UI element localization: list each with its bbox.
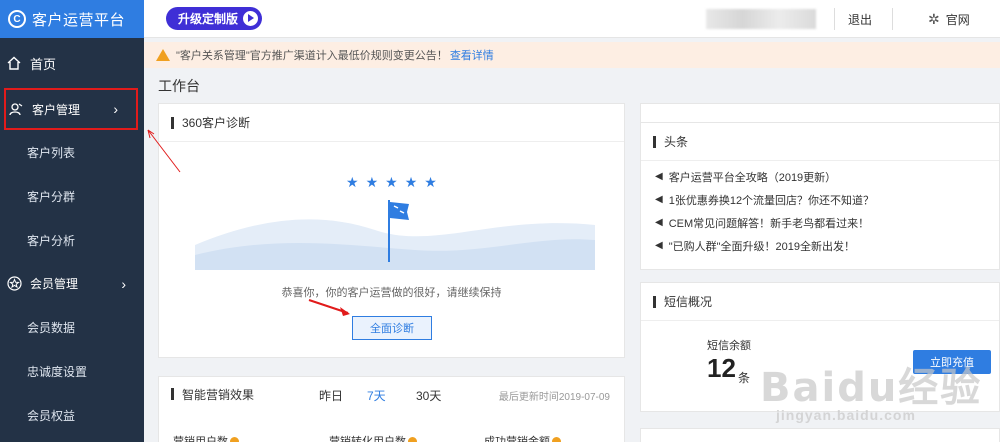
- headline-text: CEM常见问题解答！新手老鸟都看过来！: [668, 217, 870, 230]
- tab-30days[interactable]: 30天: [416, 387, 441, 404]
- card-header: 短信概况: [641, 283, 999, 321]
- page-title: 工作台: [158, 78, 200, 94]
- star-icon: ★: [365, 174, 379, 190]
- list-item[interactable]: ◀ CEM常见问题解答！新手老鸟都看过来！: [655, 211, 999, 234]
- full-diagnosis-button[interactable]: 全面诊断: [352, 316, 432, 340]
- last-updated: 最后更新时间2019-07-09: [498, 392, 610, 403]
- sidebar-item-member-benefits[interactable]: 会员权益: [0, 393, 144, 437]
- help-icon[interactable]: [408, 436, 417, 442]
- sidebar-item-customer-segments[interactable]: 客户分群: [0, 174, 144, 218]
- home-icon: [6, 55, 22, 71]
- metric-marketing-amount: 成功营销金额: [484, 433, 561, 442]
- card-title: 360客户诊断: [182, 116, 251, 130]
- brand-title: 客户运营平台: [32, 11, 126, 29]
- metric-converted-users: 营销转化用户数: [329, 433, 417, 442]
- sms-balance-label: 短信余额: [707, 340, 751, 352]
- header-bar: [171, 116, 174, 129]
- recharge-button[interactable]: 立即充值: [913, 350, 991, 374]
- sms-overview-card: 短信概况 短信余额 12 条 立即充值: [640, 282, 1000, 412]
- marketing-effect-card: 智能营销效果 昨日 7天 30天 最后更新时间2019-07-09 营销用户数 …: [158, 376, 625, 442]
- divider: [834, 8, 835, 30]
- sidebar-item-customer-management[interactable]: 客户管理 ›: [4, 88, 138, 130]
- official-label: 官网: [945, 13, 970, 27]
- notice-banner: "客户关系管理"官方推广渠道计入最低价规则变更公告！ 查看详情: [144, 42, 1000, 68]
- card-title: 头条: [664, 135, 689, 149]
- logout-link[interactable]: 退出: [848, 11, 872, 28]
- star-icon: ★: [424, 174, 437, 190]
- top-bar: 升级定制版 退出 ✲ 官网: [144, 0, 1000, 38]
- brand[interactable]: C 客户运营平台: [0, 0, 144, 38]
- customer-diagnosis-card: 360客户诊断 ★ ★ ★ ★ ★ 恭喜你，你的客户运营做的很好，请继续保持 全…: [158, 103, 625, 358]
- header-bar: [171, 388, 174, 400]
- card-header: 头条: [641, 123, 999, 161]
- diagnosis-message: 恭喜你，你的客户运营做的很好，请继续保持: [281, 287, 502, 299]
- speaker-icon: ◀: [655, 217, 663, 228]
- headline-text: 客户运营平台全攻略（2019更新）: [668, 171, 837, 184]
- wave-flag-illustration: [195, 200, 595, 270]
- card-header: 智能营销效果 昨日 7天 30天 最后更新时间2019-07-09: [159, 377, 624, 411]
- sms-balance-unit: 条: [738, 371, 751, 385]
- upgrade-button[interactable]: 升级定制版: [166, 7, 262, 30]
- card-title: 短信概况: [664, 295, 713, 309]
- metric-label: 营销用户数: [173, 436, 228, 442]
- metric-label: 营销转化用户数: [329, 436, 406, 442]
- warning-icon: [156, 49, 170, 61]
- rating-stars: ★ ★ ★ ★ ★: [346, 174, 437, 191]
- card-header: 360客户诊断: [159, 104, 624, 142]
- notice-text: "客户关系管理"官方推广渠道计入最低价规则变更公告！: [176, 50, 448, 62]
- sidebar-item-loyalty-settings[interactable]: 忠诚度设置: [0, 349, 144, 393]
- list-item[interactable]: ◀ "已购人群"全面升级！2019全新出发！: [655, 234, 999, 257]
- sidebar-item-label: 会员管理: [30, 277, 79, 291]
- sidebar-item-customer-list[interactable]: 客户列表: [0, 130, 144, 174]
- headline-card: 头条 ◀ 客户运营平台全攻略（2019更新） ◀ 1张优惠券换12个流量回店？你还不…: [640, 122, 1000, 270]
- speaker-icon: ◀: [655, 194, 663, 205]
- tab-7days[interactable]: 7天: [367, 387, 386, 404]
- list-item[interactable]: ◀ 客户运营平台全攻略（2019更新）: [655, 165, 999, 188]
- sidebar-item-label: 首页: [30, 56, 57, 72]
- speaker-icon: ◀: [655, 171, 663, 182]
- tab-yesterday[interactable]: 昨日: [319, 387, 343, 404]
- speaker-icon: ◀: [655, 240, 663, 251]
- headline-text: "已购人群"全面升级！2019全新出发！: [668, 240, 855, 253]
- chevron-right-icon: ›: [121, 275, 126, 292]
- star-icon: ★: [385, 174, 398, 190]
- header-bar: [653, 295, 656, 308]
- metric-marketing-users: 营销用户数: [173, 433, 239, 442]
- sidebar-item-member-management[interactable]: 会员管理 ›: [0, 262, 144, 305]
- help-icon[interactable]: [552, 436, 561, 442]
- star-icon: ★: [404, 174, 418, 190]
- sidebar-item-label: 客户管理: [32, 102, 81, 117]
- play-icon: [243, 11, 258, 26]
- headline-text: 1张优惠券换12个流量回店？你还不知道？: [668, 194, 875, 207]
- sidebar-item-member-data[interactable]: 会员数据: [0, 305, 144, 349]
- official-site-link[interactable]: ✲ 官网: [928, 11, 970, 28]
- divider: [892, 8, 893, 30]
- notice-detail-link[interactable]: 查看详情: [450, 47, 494, 63]
- list-item[interactable]: ◀ 1张优惠券换12个流量回店？你还不知道？: [655, 188, 999, 211]
- card-title: 智能营销效果: [182, 387, 255, 402]
- metric-label: 成功营销金额: [484, 436, 550, 442]
- bottom-right-card: [640, 428, 1000, 442]
- sidebar-item-customer-analysis[interactable]: 客户分析: [0, 218, 144, 262]
- star-icon: [6, 276, 22, 292]
- sms-balance-value: 12: [707, 353, 736, 383]
- star-icon: ★: [346, 174, 359, 190]
- settings-gear-icon: ✲: [928, 11, 940, 27]
- headline-list: ◀ 客户运营平台全攻略（2019更新） ◀ 1张优惠券换12个流量回店？你还不知道？…: [641, 161, 999, 257]
- customer-icon: [8, 101, 24, 117]
- user-info-blurred: [706, 9, 816, 29]
- sidebar-item-home[interactable]: 首页: [0, 38, 144, 88]
- help-icon[interactable]: [230, 436, 239, 442]
- chevron-right-icon: ›: [113, 101, 118, 117]
- header-bar: [653, 135, 656, 148]
- sidebar: C 客户运营平台 首页 客户管理 › 客户列表 客户分群 客户分析 会员管理 ›…: [0, 0, 144, 442]
- brand-logo-icon: C: [8, 10, 26, 28]
- upgrade-label: 升级定制版: [178, 12, 239, 26]
